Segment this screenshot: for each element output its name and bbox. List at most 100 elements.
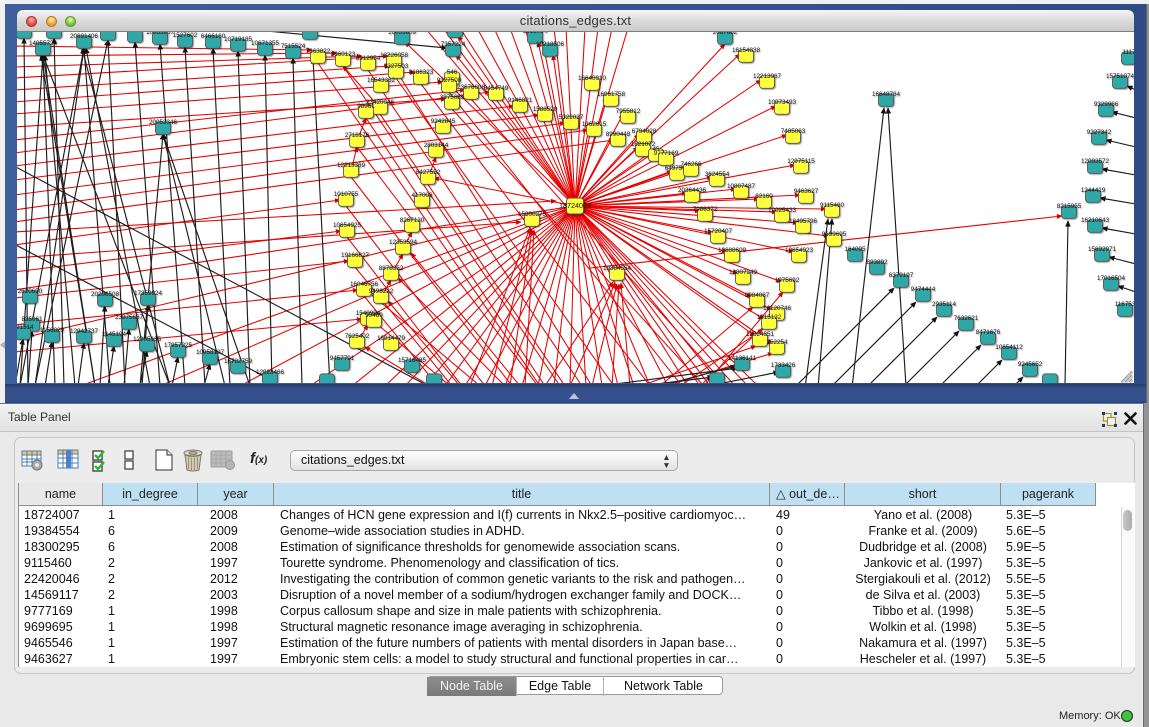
svg-text:10025433: 10025433 <box>768 207 797 214</box>
svg-text:9146821: 9146821 <box>508 97 533 104</box>
svg-text:6794028: 6794028 <box>632 128 657 135</box>
svg-text:12213369: 12213369 <box>337 162 366 169</box>
svg-text:12923466: 12923466 <box>256 369 285 376</box>
svg-text:20206508: 20206508 <box>91 291 120 298</box>
svg-text:7625402: 7625402 <box>345 333 370 340</box>
svg-text:746266: 746266 <box>680 161 702 168</box>
svg-text:1975692: 1975692 <box>775 277 800 284</box>
svg-text:1615132: 1615132 <box>757 314 782 321</box>
svg-text:7663822: 7663822 <box>306 48 331 55</box>
svg-text:16782759: 16782759 <box>224 358 253 365</box>
svg-text:1588520: 1588520 <box>533 106 558 113</box>
svg-text:9115460: 9115460 <box>820 202 845 209</box>
svg-text:10719185: 10719185 <box>224 36 253 43</box>
svg-text:9245652: 9245652 <box>1018 361 1043 368</box>
svg-text:10654112: 10654112 <box>995 344 1023 351</box>
svg-text:116753: 116753 <box>1115 301 1134 308</box>
svg-text:23975667: 23975667 <box>115 314 144 321</box>
svg-text:9327508: 9327508 <box>437 77 462 84</box>
svg-text:8813054: 8813054 <box>523 32 548 35</box>
svg-text:16543362: 16543362 <box>367 77 396 84</box>
svg-text:8990448: 8990448 <box>606 131 631 138</box>
svg-text:7515524: 7515524 <box>281 43 306 50</box>
svg-text:9327503: 9327503 <box>384 63 409 70</box>
svg-text:16210643: 16210643 <box>1081 217 1110 224</box>
svg-text:17359924: 17359924 <box>134 290 163 297</box>
svg-text:546: 546 <box>447 69 458 76</box>
svg-text:13226058: 13226058 <box>380 52 409 59</box>
svg-text:8471676: 8471676 <box>976 329 1001 336</box>
svg-text:15300275: 15300275 <box>518 211 547 218</box>
svg-text:9227342: 9227342 <box>1087 129 1112 136</box>
svg-text:8454749: 8454749 <box>484 85 509 92</box>
svg-text:13524851: 13524851 <box>746 331 775 338</box>
svg-text:16961758: 16961758 <box>597 91 626 98</box>
svg-text:3624554: 3624554 <box>705 171 730 178</box>
svg-text:893892: 893892 <box>866 259 888 266</box>
svg-text:8186323: 8186323 <box>409 69 434 76</box>
svg-text:6466160: 6466160 <box>201 33 226 40</box>
svg-text:9463627: 9463627 <box>794 188 819 195</box>
svg-text:1733426: 1733426 <box>771 362 796 369</box>
svg-text:9329966: 9329966 <box>1094 101 1119 108</box>
svg-text:16046756: 16046756 <box>350 281 379 288</box>
svg-text:16154838: 16154838 <box>732 47 761 54</box>
svg-text:8912954: 8912954 <box>356 55 381 62</box>
svg-text:99489: 99489 <box>365 312 383 319</box>
svg-text:9474444: 9474444 <box>911 286 936 293</box>
svg-text:9242845: 9242845 <box>431 118 456 125</box>
svg-text:9498222: 9498222 <box>369 288 394 295</box>
svg-text:2087682: 2087682 <box>713 32 738 36</box>
svg-text:19166827: 19166827 <box>341 252 370 259</box>
svg-text:16648764: 16648764 <box>872 91 901 98</box>
svg-text:10654925: 10654925 <box>333 222 362 229</box>
svg-text:9457791: 9457791 <box>330 355 355 362</box>
svg-text:15716485: 15716485 <box>398 357 427 364</box>
svg-text:10807487: 10807487 <box>727 183 756 190</box>
svg-text:8878352: 8878352 <box>379 265 404 272</box>
svg-text:12353594: 12353594 <box>389 239 418 246</box>
svg-text:164095: 164095 <box>844 246 866 253</box>
svg-text:10655267: 10655267 <box>146 32 175 36</box>
svg-text:8427552: 8427552 <box>416 169 441 176</box>
svg-text:12905135: 12905135 <box>133 336 162 343</box>
svg-text:19384554: 19384554 <box>603 265 632 272</box>
svg-text:23676608: 23676608 <box>457 84 486 91</box>
svg-text:252254: 252254 <box>766 339 788 346</box>
svg-text:2620650: 2620650 <box>18 288 43 295</box>
svg-text:10958107: 10958107 <box>196 349 225 356</box>
svg-text:835061: 835061 <box>21 316 43 323</box>
svg-text:2803144: 2803144 <box>424 142 449 149</box>
svg-text:2718176: 2718176 <box>345 132 370 139</box>
svg-text:10973493: 10973493 <box>768 99 797 106</box>
svg-text:6379197: 6379197 <box>889 272 914 279</box>
svg-text:16640910: 16640910 <box>578 75 607 82</box>
svg-text:15751074: 15751074 <box>1106 73 1134 80</box>
svg-text:16120746: 16120746 <box>763 305 792 312</box>
svg-text:9699695: 9699695 <box>822 231 847 238</box>
svg-text:10671355: 10671355 <box>251 40 280 47</box>
svg-text:20364436: 20364436 <box>678 187 707 194</box>
svg-text:17016504: 17016504 <box>1097 275 1126 282</box>
svg-text:17957225: 17957225 <box>164 342 193 349</box>
svg-text:18495796: 18495796 <box>789 218 818 225</box>
svg-text:7485063: 7485063 <box>781 128 806 135</box>
svg-text:19654923: 19654923 <box>785 247 814 254</box>
svg-text:9084067: 9084067 <box>745 292 770 299</box>
svg-text:15692971: 15692971 <box>1088 246 1117 253</box>
svg-text:16053809: 16053809 <box>388 32 417 36</box>
svg-text:18807249: 18807249 <box>729 269 758 276</box>
svg-text:3875685: 3875685 <box>440 94 465 101</box>
svg-text:62160: 62160 <box>755 193 773 200</box>
svg-text:8660123: 8660123 <box>331 51 356 58</box>
svg-text:1117: 1117 <box>1122 49 1134 56</box>
svg-text:12975115: 12975115 <box>787 158 815 165</box>
svg-text:7357224: 7357224 <box>441 41 466 48</box>
svg-text:12942737: 12942737 <box>70 328 99 335</box>
svg-text:1362615: 1362615 <box>582 121 607 128</box>
svg-text:1010755: 1010755 <box>334 191 359 198</box>
svg-text:14136141: 14136141 <box>728 355 757 362</box>
svg-text:1145194: 1145194 <box>102 331 127 338</box>
svg-text:1244419: 1244419 <box>1081 187 1106 194</box>
svg-text:1156829: 1156829 <box>40 327 65 334</box>
